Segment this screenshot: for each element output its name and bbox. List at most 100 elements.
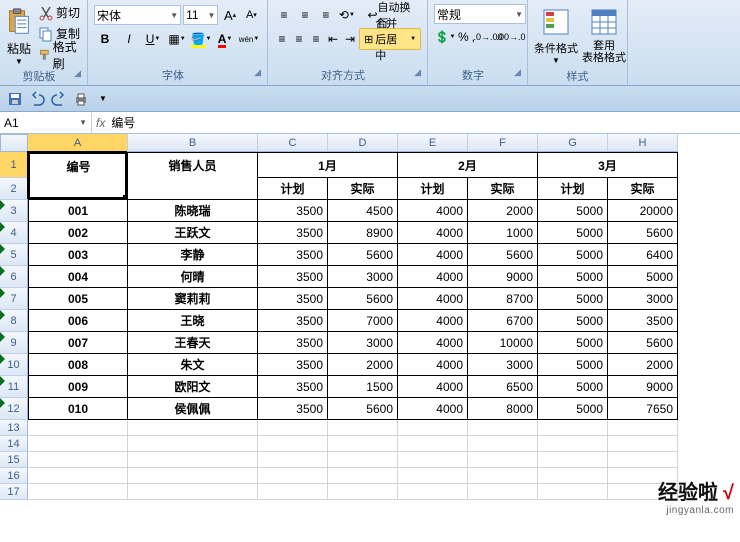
cell[interactable]: 009 xyxy=(28,376,128,398)
cell[interactable] xyxy=(28,484,128,500)
cell[interactable]: 001 xyxy=(28,200,128,222)
merge-center-button[interactable]: ⊞合并后居中▼ xyxy=(359,28,421,50)
cell[interactable] xyxy=(328,420,398,436)
decrease-decimal-button[interactable]: .00→.0 xyxy=(500,26,522,48)
cell[interactable]: 朱文 xyxy=(128,354,258,376)
cell[interactable]: 3500 xyxy=(258,310,328,332)
row-header[interactable]: 5 xyxy=(0,244,28,266)
print-button[interactable] xyxy=(72,90,90,108)
cell[interactable]: 实际 xyxy=(608,178,678,200)
cell[interactable]: 6500 xyxy=(468,376,538,398)
column-header[interactable]: E xyxy=(398,134,468,152)
cell[interactable]: 5000 xyxy=(538,266,608,288)
cell[interactable]: 2000 xyxy=(468,200,538,222)
cell[interactable]: 3500 xyxy=(258,200,328,222)
cell[interactable] xyxy=(538,436,608,452)
cell[interactable]: 4000 xyxy=(398,266,468,288)
align-middle-button[interactable]: ≡ xyxy=(295,4,315,26)
formula-input[interactable]: 编号 xyxy=(111,114,135,131)
qat-customize-button[interactable]: ▼ xyxy=(94,90,112,108)
format-painter-button[interactable]: 格式刷 xyxy=(36,44,83,65)
row-header[interactable]: 11 xyxy=(0,376,28,398)
dialog-launcher-icon[interactable]: ◢ xyxy=(74,68,81,79)
cell[interactable]: 4000 xyxy=(398,354,468,376)
cell[interactable]: 007 xyxy=(28,332,128,354)
cell[interactable]: 6400 xyxy=(608,244,678,266)
cell[interactable] xyxy=(468,468,538,484)
cell[interactable] xyxy=(328,484,398,500)
cell[interactable] xyxy=(28,468,128,484)
cell[interactable]: 王春天 xyxy=(128,332,258,354)
column-header[interactable]: B xyxy=(128,134,258,152)
column-header[interactable]: A xyxy=(28,134,128,152)
cell[interactable]: 销售人员 xyxy=(128,152,258,178)
cell[interactable]: 5000 xyxy=(538,398,608,420)
cell[interactable]: 2000 xyxy=(328,354,398,376)
underline-button[interactable]: U▼ xyxy=(142,28,164,50)
cell[interactable]: 5600 xyxy=(468,244,538,266)
cell[interactable] xyxy=(538,420,608,436)
cell[interactable]: 王晓 xyxy=(128,310,258,332)
cell[interactable] xyxy=(398,436,468,452)
decrease-font-button[interactable]: A▾ xyxy=(242,4,261,26)
cell[interactable]: 计划 xyxy=(398,178,468,200)
cell[interactable] xyxy=(608,436,678,452)
cell[interactable]: 窦莉莉 xyxy=(128,288,258,310)
cell[interactable]: 4000 xyxy=(398,376,468,398)
cell[interactable] xyxy=(128,436,258,452)
cell[interactable]: 7000 xyxy=(328,310,398,332)
cell[interactable]: 实际 xyxy=(468,178,538,200)
row-header[interactable]: 2 xyxy=(0,178,28,200)
cell[interactable]: 实际 xyxy=(328,178,398,200)
cell[interactable]: 3000 xyxy=(608,288,678,310)
cell[interactable]: 1500 xyxy=(328,376,398,398)
cell[interactable]: 3500 xyxy=(258,376,328,398)
cell[interactable]: 5000 xyxy=(538,200,608,222)
cell[interactable]: 5000 xyxy=(608,266,678,288)
cell[interactable]: 9000 xyxy=(468,266,538,288)
cell[interactable]: 3月 xyxy=(538,152,678,178)
cell[interactable]: 3000 xyxy=(328,266,398,288)
cell[interactable]: 5000 xyxy=(538,354,608,376)
increase-font-button[interactable]: A▴ xyxy=(220,4,239,26)
cell[interactable]: 6700 xyxy=(468,310,538,332)
currency-button[interactable]: 💲▼ xyxy=(434,26,456,48)
cell[interactable] xyxy=(128,452,258,468)
cell[interactable] xyxy=(128,468,258,484)
cell[interactable]: 李静 xyxy=(128,244,258,266)
cell[interactable] xyxy=(398,420,468,436)
bold-button[interactable]: B xyxy=(94,28,116,50)
table-format-button[interactable]: 套用 表格格式 xyxy=(580,2,628,66)
align-right-button[interactable]: ≡ xyxy=(308,28,324,50)
row-header[interactable]: 8 xyxy=(0,310,28,332)
align-top-button[interactable]: ≡ xyxy=(274,4,294,26)
orientation-button[interactable]: ⟲▼ xyxy=(337,4,357,26)
cell[interactable] xyxy=(468,436,538,452)
cell[interactable]: 侯佩佩 xyxy=(128,398,258,420)
cell[interactable]: 10000 xyxy=(468,332,538,354)
column-header[interactable]: C xyxy=(258,134,328,152)
cell[interactable]: 3500 xyxy=(258,398,328,420)
cell[interactable]: 010 xyxy=(28,398,128,420)
decrease-indent-button[interactable]: ⇤ xyxy=(325,28,341,50)
cell[interactable]: 003 xyxy=(28,244,128,266)
cell[interactable]: 何晴 xyxy=(128,266,258,288)
font-name-select[interactable]: 宋体▼ xyxy=(94,5,181,25)
cell[interactable] xyxy=(538,452,608,468)
cell[interactable]: 3500 xyxy=(258,332,328,354)
align-center-button[interactable]: ≡ xyxy=(291,28,307,50)
column-header[interactable]: H xyxy=(608,134,678,152)
cell[interactable]: 编号 xyxy=(28,152,128,178)
fill-color-button[interactable]: 🪣▼ xyxy=(190,28,212,50)
cell[interactable] xyxy=(258,468,328,484)
cell[interactable]: 4000 xyxy=(398,288,468,310)
cell[interactable]: 5000 xyxy=(538,376,608,398)
cell[interactable]: 4000 xyxy=(398,200,468,222)
cell[interactable] xyxy=(258,452,328,468)
font-color-button[interactable]: A▼ xyxy=(214,28,236,50)
percent-button[interactable]: % xyxy=(457,26,470,48)
cell[interactable] xyxy=(328,436,398,452)
cell[interactable] xyxy=(328,468,398,484)
cell[interactable]: 5600 xyxy=(328,288,398,310)
dialog-launcher-icon[interactable]: ◢ xyxy=(254,67,261,78)
